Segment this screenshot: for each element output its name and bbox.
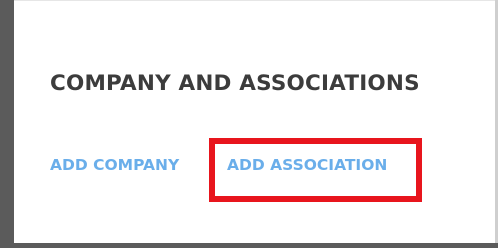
screenshot-frame: COMPANY AND ASSOCIATIONS ADD COMPANY ADD… xyxy=(0,0,498,248)
company-associations-panel: COMPANY AND ASSOCIATIONS ADD COMPANY ADD… xyxy=(14,0,495,244)
add-association-link[interactable]: ADD ASSOCIATION xyxy=(227,156,387,174)
section-title: COMPANY AND ASSOCIATIONS xyxy=(50,71,420,96)
window-bottom-edge xyxy=(0,243,498,248)
window-left-edge xyxy=(0,0,14,248)
add-company-link[interactable]: ADD COMPANY xyxy=(50,156,179,174)
